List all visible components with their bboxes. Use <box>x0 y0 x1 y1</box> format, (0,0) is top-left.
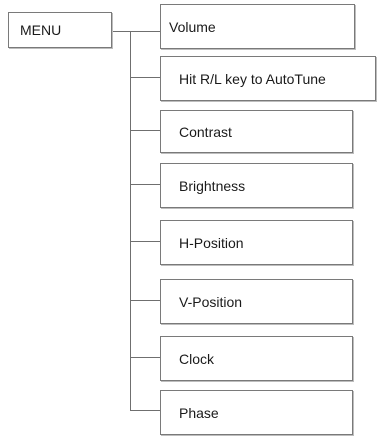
menu-item-label: Clock <box>179 350 215 367</box>
menu-item-phase: Phase <box>160 390 353 435</box>
branch-clock-line <box>130 357 160 358</box>
menu-tree-diagram: MENU Volume Hit R/L key to AutoTune Cont… <box>0 0 382 441</box>
menu-item-contrast: Contrast <box>160 110 353 153</box>
menu-root-box: MENU <box>8 12 112 48</box>
menu-item-label: V-Position <box>179 293 243 310</box>
branch-h-position-line <box>130 241 160 242</box>
branch-volume-line <box>130 31 160 32</box>
menu-item-label: H-Position <box>179 234 244 251</box>
menu-item-volume: Volume <box>160 4 355 49</box>
branch-contrast-line <box>130 130 160 131</box>
menu-item-label: Phase <box>179 404 219 421</box>
menu-item-label: Hit R/L key to AutoTune <box>179 70 326 87</box>
branch-autotune-line <box>130 77 160 78</box>
menu-item-v-position: V-Position <box>160 279 353 324</box>
menu-item-clock: Clock <box>160 336 353 381</box>
branch-v-position-line <box>130 300 160 301</box>
menu-item-label: Brightness <box>179 177 246 194</box>
branch-phase-line <box>130 410 160 411</box>
menu-connector-line <box>112 31 131 32</box>
menu-item-label: Volume <box>169 18 216 35</box>
menu-item-brightness: Brightness <box>160 163 353 208</box>
tree-trunk-line <box>130 31 131 411</box>
menu-item-label: Contrast <box>179 123 232 140</box>
menu-root-label: MENU <box>20 22 62 38</box>
branch-brightness-line <box>130 184 160 185</box>
menu-item-autotune: Hit R/L key to AutoTune <box>160 56 376 101</box>
menu-item-h-position: H-Position <box>160 220 353 265</box>
